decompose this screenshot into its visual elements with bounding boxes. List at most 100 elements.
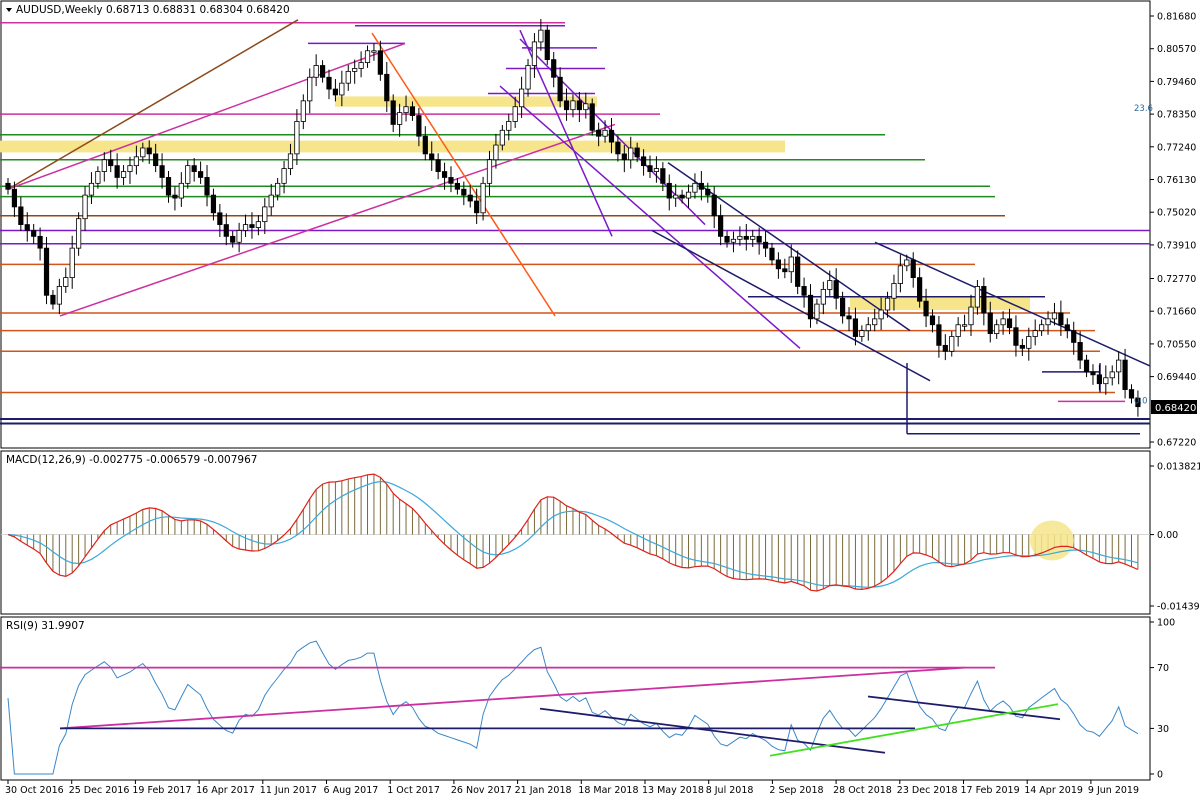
bull-candle [820,288,826,305]
bull-candle [352,68,358,72]
chart-canvas[interactable]: AUDUSD,Weekly 0.68713 0.68831 0.68304 0.… [0,0,1200,800]
bull-candle [884,297,891,311]
bear-candle [204,177,210,196]
bear-candle [159,165,165,178]
bear-candle [981,286,987,314]
bull-candle [1000,318,1006,326]
bull-candle [891,283,897,299]
bull-candle [287,153,294,170]
bull-candle [827,280,833,290]
bear-candle [743,235,749,240]
bull-candle [307,76,313,102]
bull-candle [133,156,139,167]
bear-candle [634,147,640,158]
bear-candle [416,115,422,137]
macd-title: MACD(12,26,9) -0.002775 -0.006579 -0.007… [6,454,257,466]
bull-candle [493,144,499,161]
bear-candle [807,294,814,320]
bear-candle [197,171,204,178]
bull-candle [961,324,968,327]
bear-candle [11,188,18,208]
price-tick-label: 0.72770 [1157,274,1196,285]
bear-candle [557,76,563,102]
bear-candle [756,235,762,243]
bear-candle [1090,371,1096,376]
bull-candle [499,129,505,146]
bear-candle [191,165,197,172]
bear-candle [852,318,859,337]
bull-candle [88,182,95,196]
bear-candle [801,286,807,296]
bear-candle [1083,359,1090,373]
bear-candle [31,230,37,237]
bear-candle [711,194,717,217]
bear-candle [544,29,550,61]
bear-candle [409,106,416,116]
time-tick-label: 6 Aug 2017 [324,785,379,796]
bear-candle [1096,374,1102,385]
bear-candle [474,200,480,214]
bear-candle [454,182,461,190]
bear-candle [448,177,454,184]
bull-candle [878,309,884,320]
price-tick-label: 0.80570 [1157,44,1196,55]
bull-candle [737,235,743,240]
bull-candle [673,194,679,199]
bear-candle [153,153,159,167]
bull-candle [583,103,589,111]
bull-candle [628,147,634,161]
bear-candle [923,300,929,317]
bear-candle [319,65,326,78]
price-tick-label: 0.69440 [1157,372,1196,383]
bull-candle [294,121,300,155]
bear-candle [596,129,602,137]
rsi-tick-label: 70 [1157,663,1169,674]
bull-candle [236,230,242,243]
bear-candle [563,100,570,111]
bear-candle [377,50,383,75]
rsi-title: RSI(9) 31.9907 [6,620,85,632]
bear-candle [326,76,332,90]
price-tick-label: 0.79460 [1157,77,1196,88]
bear-candle [422,135,428,155]
bull-candle [313,65,319,78]
macd-tick-label: -0.014396 [1157,602,1200,613]
bull-candle [255,221,261,228]
price-header: AUDUSD,Weekly 0.68713 0.68831 0.68304 0.… [6,4,290,16]
bull-candle [531,41,538,66]
bull-candle [56,286,62,305]
bear-candle [640,156,647,167]
bull-candle [512,106,518,122]
bull-candle [1026,336,1032,349]
fib-level-label: 23.6 [1134,104,1153,114]
bear-candle [698,182,704,190]
time-tick-label: 9 Jun 2019 [1088,785,1139,796]
bear-candle [50,294,56,305]
bull-candle [859,330,865,337]
bear-candle [608,129,615,143]
bull-candle [185,165,191,184]
bear-candle [390,100,396,125]
rsi-tick-label: 0 [1157,770,1163,781]
price-tick-label: 0.71660 [1157,307,1196,318]
bear-candle [795,256,801,287]
bear-candle [384,73,390,102]
bear-candle [840,297,846,317]
bull-candle [300,100,306,122]
price-tick-label: 0.70550 [1157,339,1196,350]
time-tick-label: 11 Jun 2017 [260,785,317,796]
bull-candle [275,182,281,196]
bear-candle [942,344,948,352]
bear-candle [146,147,152,155]
bear-candle [217,212,223,225]
bull-candle [730,238,737,243]
bear-candle [332,88,339,96]
price-tick-label: 0.78350 [1157,110,1196,121]
bear-candle [43,247,50,296]
bear-candle [769,247,775,261]
bear-candle [660,168,666,184]
bear-candle [1071,330,1077,343]
bull-candle [814,303,820,320]
bull-candle [872,318,878,326]
bull-candle [76,218,82,249]
